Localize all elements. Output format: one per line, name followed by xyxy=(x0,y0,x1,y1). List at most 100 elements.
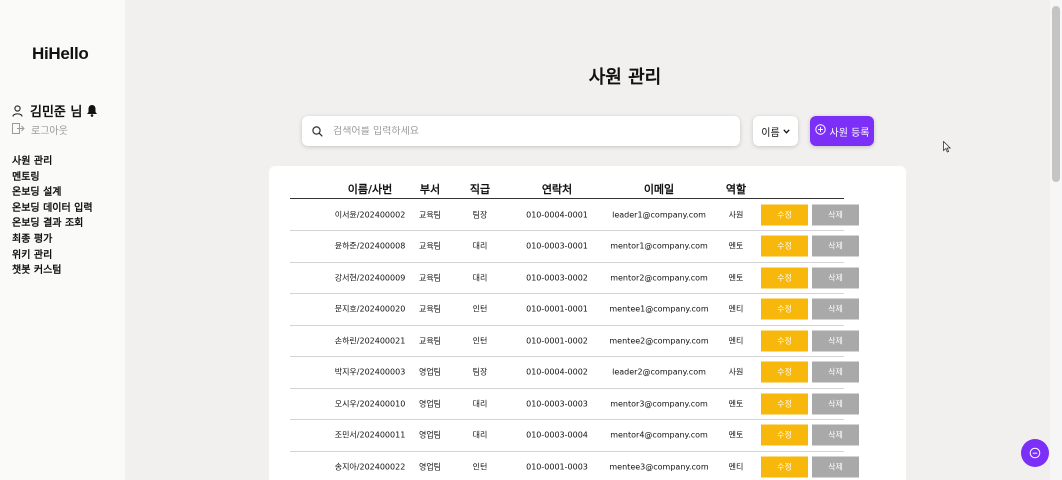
edit-button[interactable]: 수정 xyxy=(761,393,808,415)
add-employee-label: 사원 등록 xyxy=(829,127,870,139)
table-row: 이서윤/202400002 교육팀 팀장 010-0004-0001 leader1@c… xyxy=(290,200,859,231)
delete-button[interactable]: 삭제 xyxy=(812,456,859,478)
table-row: 송지아/202400022 영업팀 인턴 010-0001-0003 mentee3@c… xyxy=(290,452,859,480)
cell-role: 사원 xyxy=(728,210,744,220)
cell-name-id: 손하린/202400021 xyxy=(334,336,406,346)
cell-phone: 010-0001-0003 xyxy=(526,462,588,472)
cell-rank: 대리 xyxy=(472,430,488,440)
delete-button[interactable]: 삭제 xyxy=(812,361,859,383)
cell-email: mentee2@company.com xyxy=(609,336,709,346)
app-logo[interactable]: HiHello xyxy=(32,44,89,64)
cell-rank: 팀장 xyxy=(472,210,488,220)
edit-button[interactable]: 수정 xyxy=(761,361,808,383)
logout-icon xyxy=(12,122,25,137)
cell-name-id: 윤하준/202400008 xyxy=(334,241,406,251)
cell-department: 영업팀 xyxy=(418,462,442,472)
delete-button[interactable]: 삭제 xyxy=(812,235,859,257)
logout-label: 로그아웃 xyxy=(31,126,68,137)
chevron-down-icon xyxy=(783,126,790,137)
edit-button[interactable]: 수정 xyxy=(761,298,808,320)
header-rank: 직급 xyxy=(469,183,491,196)
sidebar-item-onboarding-design[interactable]: 온보딩 설계 xyxy=(12,185,93,201)
delete-button[interactable]: 삭제 xyxy=(812,204,859,226)
table-row: 조민서/202400011 영업팀 대리 010-0003-0004 mentor4@c… xyxy=(290,420,859,452)
cell-name-id: 박지우/202400003 xyxy=(334,367,406,377)
cell-name-id: 조민서/202400011 xyxy=(334,430,406,440)
delete-button[interactable]: 삭제 xyxy=(812,424,859,446)
cell-phone: 010-0001-0001 xyxy=(526,304,588,314)
add-employee-button[interactable]: 사원 등록 xyxy=(810,116,874,146)
sidebar-item-chatbot-custom[interactable]: 챗봇 커스텀 xyxy=(12,263,93,279)
cell-phone: 010-0003-0003 xyxy=(526,399,588,409)
cell-name-id: 송지아/202400022 xyxy=(334,462,406,472)
plus-circle-icon xyxy=(814,124,826,138)
cell-phone: 010-0001-0002 xyxy=(526,336,588,346)
cell-department: 교육팀 xyxy=(418,336,442,346)
cell-department: 영업팀 xyxy=(418,430,442,440)
sidebar-item-employee-management[interactable]: 사원 관리 xyxy=(12,154,93,170)
filter-selected-value: 이름 xyxy=(761,127,780,139)
table-row: 오시우/202400010 영업팀 대리 010-0003-0003 mentor3@c… xyxy=(290,389,859,420)
cell-name-id: 강서현/202400009 xyxy=(334,273,406,283)
cell-rank: 인턴 xyxy=(472,336,488,346)
sidebar-item-onboarding-data-input[interactable]: 온보딩 데이터 입력 xyxy=(12,201,93,217)
cell-phone: 010-0003-0001 xyxy=(526,241,588,251)
cell-role: 멘티 xyxy=(728,336,744,346)
cell-email: mentor3@company.com xyxy=(610,399,708,409)
user-name: 김민준 님 xyxy=(30,105,83,120)
edit-button[interactable]: 수정 xyxy=(761,267,808,289)
cell-role: 멘토 xyxy=(728,430,744,440)
cell-phone: 010-0004-0001 xyxy=(526,210,588,220)
delete-button[interactable]: 삭제 xyxy=(812,330,859,352)
edit-button[interactable]: 수정 xyxy=(761,235,808,257)
edit-button[interactable]: 수정 xyxy=(761,330,808,352)
cell-phone: 010-0003-0004 xyxy=(526,430,588,440)
header-email: 이메일 xyxy=(643,183,675,196)
delete-button[interactable]: 삭제 xyxy=(812,267,859,289)
bell-icon[interactable] xyxy=(86,104,98,117)
cell-email: leader1@company.com xyxy=(612,210,706,220)
cell-rank: 대리 xyxy=(472,273,488,283)
search-bar xyxy=(302,116,740,146)
delete-button[interactable]: 삭제 xyxy=(812,298,859,320)
sidebar-item-final-evaluation[interactable]: 최종 평가 xyxy=(12,232,93,248)
table-row: 박지우/202400003 영업팀 팀장 010-0004-0002 leader2@c… xyxy=(290,357,859,389)
cell-role: 멘토 xyxy=(728,399,744,409)
mouse-cursor-icon xyxy=(943,138,952,157)
sidebar-item-onboarding-results[interactable]: 온보딩 결과 조회 xyxy=(12,216,93,232)
cell-role: 사원 xyxy=(728,367,744,377)
page-title: 사원 관리 xyxy=(588,67,662,88)
search-filter-select[interactable]: 이름 xyxy=(753,116,798,146)
cell-phone: 010-0004-0002 xyxy=(526,367,588,377)
cell-role: 멘토 xyxy=(728,241,744,251)
header-name-id: 이름/사번 xyxy=(347,183,393,196)
sidebar-item-mentoring[interactable]: 멘토링 xyxy=(12,170,93,186)
cell-rank: 대리 xyxy=(472,399,488,409)
sidebar-nav: 사원 관리 멘토링 온보딩 설계 온보딩 데이터 입력 온보딩 결과 조회 최종… xyxy=(12,154,93,279)
table-row: 문지호/202400020 교육팀 인턴 010-0001-0001 mentee1@c… xyxy=(290,294,859,326)
cell-department: 교육팀 xyxy=(418,304,442,314)
cell-rank: 인턴 xyxy=(472,304,488,314)
cell-department: 영업팀 xyxy=(418,367,442,377)
cell-name-id: 문지호/202400020 xyxy=(334,304,406,314)
cell-email: mentee1@company.com xyxy=(609,304,709,314)
sidebar-item-wiki-management[interactable]: 위키 관리 xyxy=(12,248,93,264)
search-input[interactable] xyxy=(333,125,713,137)
header-department: 부서 xyxy=(419,183,441,196)
cell-role: 멘토 xyxy=(728,273,744,283)
cell-email: leader2@company.com xyxy=(612,367,706,377)
edit-button[interactable]: 수정 xyxy=(761,424,808,446)
cell-name-id: 이서윤/202400002 xyxy=(334,210,406,220)
table-row: 강서현/202400009 교육팀 대리 010-0003-0002 mentor2@c… xyxy=(290,263,859,294)
cell-email: mentor1@company.com xyxy=(610,241,708,251)
chatbot-button[interactable] xyxy=(1021,439,1049,467)
delete-button[interactable]: 삭제 xyxy=(812,393,859,415)
edit-button[interactable]: 수정 xyxy=(761,204,808,226)
cell-rank: 대리 xyxy=(472,241,488,251)
edit-button[interactable]: 수정 xyxy=(761,456,808,478)
employee-table: 이름/사번 부서 직급 연락처 이메일 역할 이서윤/202400002 교육팀 팀… xyxy=(269,166,906,480)
cell-rank: 팀장 xyxy=(472,367,488,377)
scrollbar-thumb[interactable] xyxy=(1052,6,1060,182)
cell-department: 교육팀 xyxy=(418,273,442,283)
logout-link[interactable]: 로그아웃 xyxy=(12,122,68,137)
